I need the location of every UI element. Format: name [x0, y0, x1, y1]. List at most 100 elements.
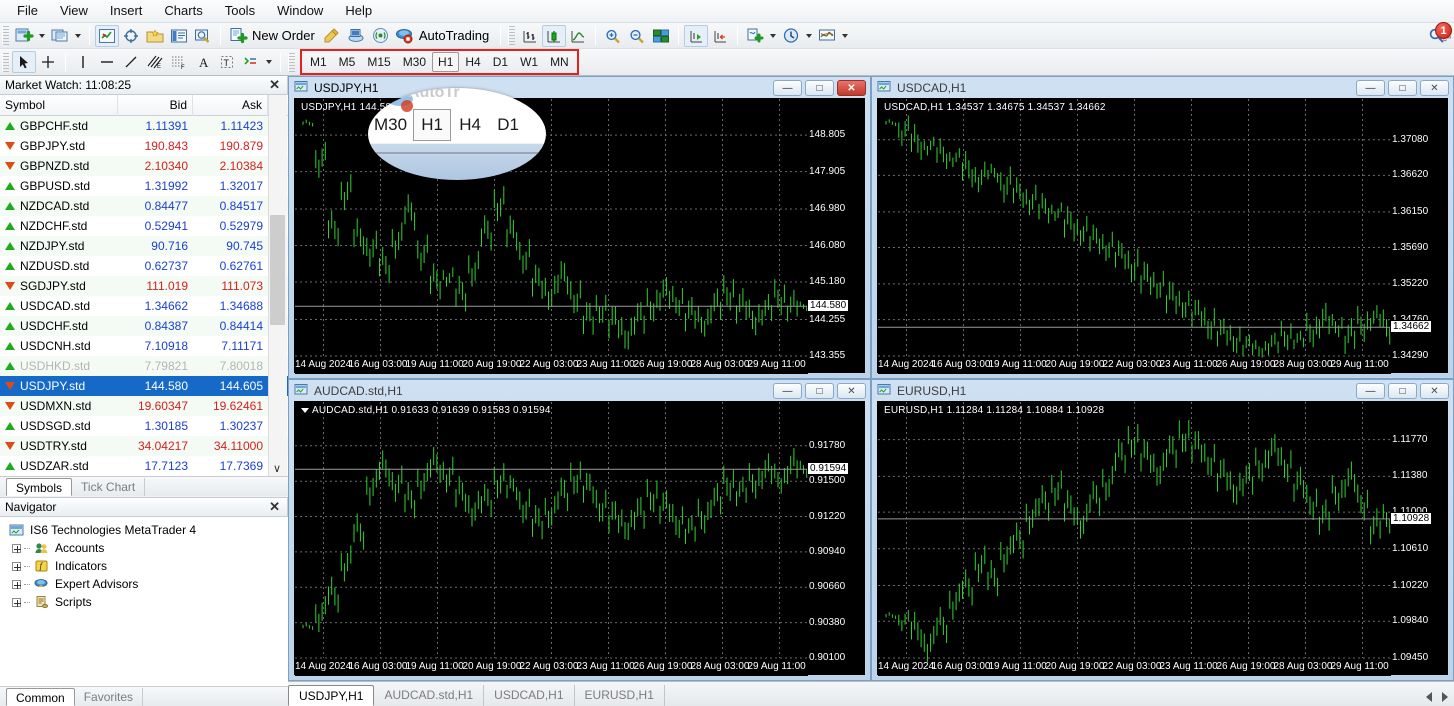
- chart-title-bar[interactable]: AUDCAD.std,H1 — □ ✕: [289, 380, 870, 401]
- lens-timeframe-d1[interactable]: D1: [489, 110, 527, 140]
- chart-tab-usdjpy[interactable]: USDJPY,H1: [288, 685, 375, 706]
- navigator-node-indicators[interactable]: f Indicators: [4, 557, 288, 575]
- menu-item-insert[interactable]: Insert: [99, 0, 154, 22]
- horizontal-line-icon[interactable]: [95, 51, 119, 73]
- vertical-line-icon[interactable]: [71, 51, 95, 73]
- market-watch-row[interactable]: USDSGD.std 1.30185 1.30237: [0, 416, 288, 436]
- chart-title-bar[interactable]: USDCAD,H1 — □ ✕: [872, 77, 1453, 98]
- toolbar-grip[interactable]: [2, 26, 9, 45]
- menu-item-file[interactable]: File: [6, 0, 49, 22]
- scrollbar-thumb[interactable]: [270, 215, 285, 325]
- navigator-node-scripts[interactable]: Scripts: [4, 593, 288, 611]
- expand-plus-icon[interactable]: [12, 561, 21, 571]
- market-watch-row[interactable]: SGDJPY.std 111.019 111.073: [0, 276, 288, 296]
- chart-restore-button[interactable]: □: [805, 80, 834, 96]
- new-order-icon[interactable]: [226, 25, 250, 47]
- new-chart-dropdown[interactable]: [36, 25, 48, 47]
- chart-minimize-button[interactable]: —: [773, 80, 802, 96]
- market-watch-row[interactable]: USDZAR.std 17.7123 17.7369: [0, 456, 288, 476]
- navigator-node-expert-advisors[interactable]: Expert Advisors: [4, 575, 288, 593]
- market-watch-row[interactable]: USDJPY.std 144.580 144.605: [0, 376, 288, 396]
- toolbar-grip[interactable]: [2, 52, 9, 72]
- metaeditor-icon[interactable]: [321, 25, 345, 47]
- chart-restore-button[interactable]: □: [805, 383, 834, 399]
- chart-price-axis[interactable]: 1.117701.113801.110001.106101.102201.098…: [1389, 402, 1447, 674]
- periods-dropdown[interactable]: [803, 25, 815, 47]
- chart-price-axis[interactable]: 148.805 147.905 146.980 146.080 145.180 144.2…: [806, 99, 864, 372]
- crosshair-icon[interactable]: [36, 51, 60, 73]
- timeframe-d1[interactable]: D1: [487, 52, 514, 72]
- market-watch-row[interactable]: GBPNZD.std 2.10340 2.10384: [0, 156, 288, 176]
- timeframe-m5[interactable]: M5: [333, 52, 362, 72]
- lens-timeframe-m30[interactable]: M30: [368, 110, 413, 140]
- tab-prev-icon[interactable]: [1426, 692, 1432, 702]
- chart-restore-button[interactable]: □: [1388, 383, 1417, 399]
- terminal-icon[interactable]: [167, 25, 191, 47]
- autotrading-icon[interactable]: [393, 25, 417, 47]
- timeframe-w1[interactable]: W1: [514, 52, 544, 72]
- chart-minimize-button[interactable]: —: [1356, 80, 1385, 96]
- chart-title-bar[interactable]: EURUSD,H1 — □ ✕: [872, 380, 1453, 401]
- market-watch-row[interactable]: GBPJPY.std 190.843 190.879: [0, 136, 288, 156]
- lens-timeframe-h1[interactable]: H1: [413, 109, 452, 141]
- timeframe-mn[interactable]: MN: [544, 52, 575, 72]
- new-order-button[interactable]: New Order: [250, 28, 321, 43]
- chart-price-axis[interactable]: 1.37080 1.36620 1.36150 1.35690 1.35220 1.347…: [1389, 99, 1447, 372]
- chart-tab-eurusd[interactable]: EURUSD,H1: [575, 685, 665, 706]
- text-label-icon[interactable]: T: [215, 51, 239, 73]
- chart-canvas[interactable]: EURUSD,H1 1.11284 1.11284 1.10884 1.1092…: [877, 401, 1448, 676]
- signals-icon[interactable]: [369, 25, 393, 47]
- market-watch-icon[interactable]: [95, 24, 119, 47]
- zoom-out-icon[interactable]: [625, 25, 649, 47]
- fibonacci-icon[interactable]: F: [167, 51, 191, 73]
- tab-next-icon[interactable]: [1442, 692, 1448, 702]
- market-watch-row[interactable]: NZDJPY.std 90.716 90.745: [0, 236, 288, 256]
- market-watch-close-icon[interactable]: ✕: [266, 77, 283, 93]
- market-watch-scrollbar[interactable]: ∨: [268, 95, 287, 477]
- shapes-icon[interactable]: [239, 51, 263, 73]
- auto-scroll-icon[interactable]: [684, 24, 709, 47]
- market-watch-row[interactable]: USDCNH.std 7.10918 7.11171: [0, 336, 288, 356]
- expand-plus-icon[interactable]: [12, 543, 21, 553]
- chart-canvas[interactable]: AUDCAD.std,H1 0.91633 0.91639 0.91583 0.…: [294, 401, 865, 676]
- templates-dropdown[interactable]: [839, 25, 851, 47]
- navigator-root-node[interactable]: IS6 Technologies MetaTrader 4: [4, 521, 288, 539]
- data-window-icon[interactable]: [119, 25, 143, 47]
- tab-common[interactable]: Common: [6, 688, 75, 706]
- navigator-icon[interactable]: [143, 25, 167, 47]
- menu-item-tools[interactable]: Tools: [214, 0, 266, 22]
- chart-canvas[interactable]: USDCAD,H1 1.34537 1.34675 1.34537 1.3466…: [877, 98, 1448, 374]
- menu-item-view[interactable]: View: [49, 0, 99, 22]
- toolbar-grip[interactable]: [508, 26, 516, 45]
- scroll-down-icon[interactable]: ∨: [273, 462, 281, 475]
- market-watch-row[interactable]: NZDUSD.std 0.62737 0.62761: [0, 256, 288, 276]
- indicators-icon[interactable]: [743, 25, 767, 47]
- market-watch-row[interactable]: GBPCHF.std 1.11391 1.11423: [0, 116, 288, 136]
- tab-favorites[interactable]: Favorites: [75, 688, 144, 706]
- chart-close-button[interactable]: ✕: [837, 80, 866, 96]
- text-icon[interactable]: A: [191, 51, 215, 73]
- tile-windows-icon[interactable]: [649, 25, 673, 47]
- tab-symbols[interactable]: Symbols: [6, 478, 73, 496]
- indicators-dropdown[interactable]: [767, 25, 779, 47]
- chart-tab-audcad[interactable]: AUDCAD.std,H1: [374, 685, 485, 706]
- chart-restore-button[interactable]: □: [1388, 80, 1417, 96]
- menu-item-help[interactable]: Help: [334, 0, 383, 22]
- timeframe-m1[interactable]: M1: [304, 52, 333, 72]
- chart-window-audcad[interactable]: AUDCAD.std,H1 — □ ✕ AUDCAD.std,H1 0.9163…: [288, 379, 871, 681]
- mql5-community-icon[interactable]: [345, 25, 369, 47]
- chart-close-button[interactable]: ✕: [1420, 80, 1449, 96]
- zoom-in-icon[interactable]: [601, 25, 625, 47]
- periods-icon[interactable]: [779, 25, 803, 47]
- timeframe-m15[interactable]: M15: [361, 52, 396, 72]
- bar-chart-icon[interactable]: [518, 25, 542, 47]
- new-chart-icon[interactable]: [12, 25, 36, 47]
- chart-close-button[interactable]: ✕: [1420, 383, 1449, 399]
- chart-plot-area[interactable]: USDCAD,H1 1.34537 1.34675 1.34537 1.3466…: [878, 99, 1391, 374]
- candlestick-chart-icon[interactable]: [542, 24, 567, 47]
- navigator-close-icon[interactable]: ✕: [266, 499, 283, 515]
- market-watch-row[interactable]: GBPUSD.std 1.31992 1.32017: [0, 176, 288, 196]
- chart-window-usdcad[interactable]: USDCAD,H1 — □ ✕ USDCAD,H1 1.34537 1.3467…: [871, 76, 1454, 379]
- column-header-symbol[interactable]: Symbol: [0, 95, 118, 116]
- chart-dropdown-icon[interactable]: [301, 407, 309, 413]
